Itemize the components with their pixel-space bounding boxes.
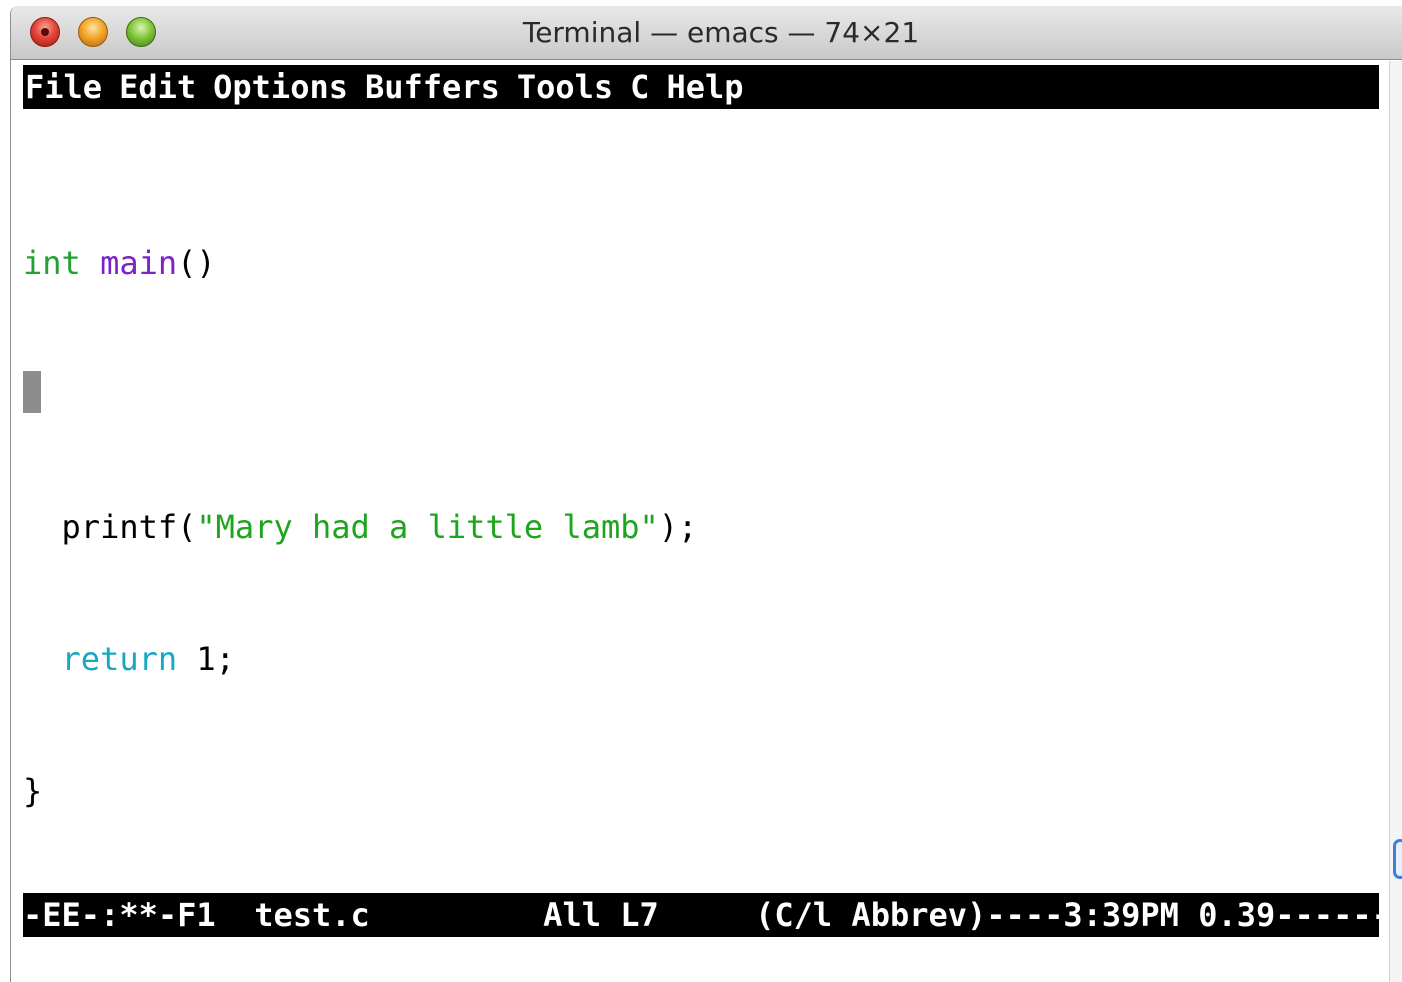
text-cursor xyxy=(23,371,41,413)
code-text: () xyxy=(177,244,216,282)
code-text: printf( xyxy=(61,508,197,546)
menu-edit[interactable]: Edit xyxy=(119,68,196,106)
scrollbar[interactable] xyxy=(1389,61,1402,982)
return-keyword: return xyxy=(61,640,178,678)
title-bar[interactable]: Terminal — emacs — 74×21 xyxy=(11,6,1402,60)
string-literal: "Mary had a little lamb" xyxy=(196,508,659,546)
scrollbar-thumb[interactable] xyxy=(1393,839,1402,879)
code-line: return 1; xyxy=(23,637,697,681)
code-line: { xyxy=(23,373,697,417)
window-title: Terminal — emacs — 74×21 xyxy=(522,16,920,49)
menu-c[interactable]: C xyxy=(630,68,649,106)
code-text: } xyxy=(23,772,43,810)
code-editor[interactable]: int main() { printf("Mary had a little l… xyxy=(23,153,697,901)
terminal-window: Terminal — emacs — 74×21 File Edit Options… xyxy=(10,6,1402,982)
code-line: printf("Mary had a little lamb"); xyxy=(23,505,698,549)
mode-line: -EE-:**-F1 test.c All L7 (C/l Abbrev)---… xyxy=(23,893,1379,937)
code-text: 1; xyxy=(177,640,235,678)
menu-buffers[interactable]: Buffers xyxy=(365,68,500,106)
type-keyword: int xyxy=(23,244,81,282)
emacs-frame[interactable]: File Edit Options Buffers Tools C Help int mai… xyxy=(23,61,1379,982)
function-name: main xyxy=(100,244,178,282)
menu-tools[interactable]: Tools xyxy=(517,68,613,106)
menu-options[interactable]: Options xyxy=(213,68,348,106)
menu-help[interactable]: Help xyxy=(666,68,743,106)
code-line: int main() xyxy=(23,241,697,285)
emacs-menu-bar: File Edit Options Buffers Tools C Help xyxy=(23,65,1379,109)
code-line: } xyxy=(23,769,697,813)
code-text: ); xyxy=(658,508,698,546)
menu-file[interactable]: File xyxy=(25,68,102,106)
